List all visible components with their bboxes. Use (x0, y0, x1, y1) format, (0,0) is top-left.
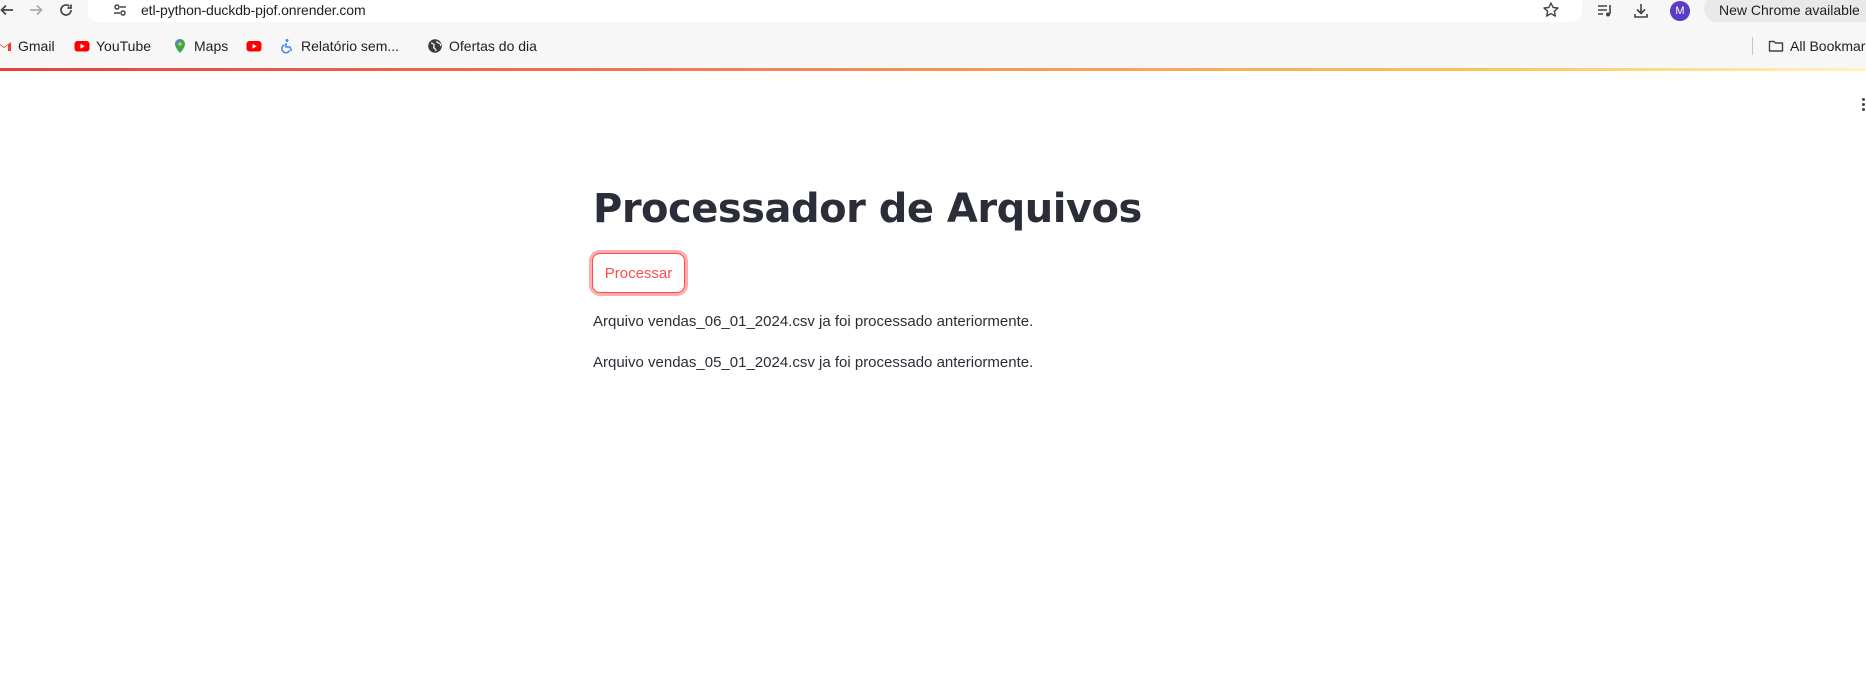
forward-button[interactable] (26, 0, 46, 20)
reload-icon (60, 4, 72, 16)
bookmark-label: YouTube (96, 38, 152, 54)
app-decoration-bar (0, 68, 1866, 71)
bookmark-maps[interactable]: Maps (172, 36, 228, 56)
profile-avatar[interactable]: M (1670, 1, 1690, 21)
bookmark-label: Ofertas do dia (449, 38, 537, 54)
bookmark-relatorio[interactable]: Relatório sem... (279, 36, 399, 56)
media-queue-icon (1598, 5, 1611, 17)
address-bar[interactable]: etl-python-duckdb-pjof.onrender.com (88, 0, 1582, 22)
bookmark-gmail[interactable]: Gmail (0, 36, 55, 56)
download-icon (1634, 4, 1648, 18)
bookmark-label: Relatório sem... (301, 38, 400, 54)
bookmark-youtube[interactable]: YouTube (74, 36, 151, 56)
bookmarks-divider (1752, 37, 1753, 55)
maps-icon (175, 39, 185, 53)
chrome-update-button[interactable]: New Chrome available (1704, 0, 1866, 22)
reload-button[interactable] (56, 0, 76, 20)
forward-arrow-icon (30, 4, 43, 16)
bookmark-label: Maps (194, 38, 229, 54)
url-text[interactable]: etl-python-duckdb-pjof.onrender.com (141, 2, 366, 18)
youtube-icon (74, 41, 90, 52)
all-bookmarks-button[interactable]: All Bookmarks (1768, 36, 1866, 56)
browser-toolbar: etl-python-duckdb-pjof.onrender.com M Ne… (0, 0, 1866, 23)
bookmark-star-icon[interactable] (1542, 1, 1560, 19)
accessibility-icon (281, 39, 293, 54)
bookmarks-bar: Gmail YouTube Maps Relatório sem... Ofer… (0, 23, 1866, 69)
downloads-button[interactable] (1631, 1, 1651, 21)
folder-icon (1768, 40, 1784, 52)
bookmark-youtube-2[interactable] (246, 36, 262, 56)
youtube-icon (246, 41, 262, 52)
main-menu-icon[interactable] (1862, 98, 1866, 112)
all-bookmarks-label: All Bookmarks (1790, 38, 1866, 54)
page-title: Processador de Arquivos (593, 186, 1142, 232)
status-message: Arquivo vendas_05_01_2024.csv ja foi pro… (593, 354, 1034, 371)
bookmark-label: Gmail (18, 38, 55, 54)
site-settings-icon[interactable] (112, 2, 128, 18)
status-message: Arquivo vendas_06_01_2024.csv ja foi pro… (593, 313, 1034, 330)
media-controls-button[interactable] (1595, 1, 1615, 21)
back-button[interactable] (0, 0, 17, 20)
globe-icon (428, 39, 442, 53)
gmail-icon (0, 42, 11, 51)
back-arrow-icon (0, 4, 13, 16)
bookmark-ofertas[interactable]: Ofertas do dia (427, 36, 537, 56)
processar-button[interactable]: Processar (592, 253, 685, 293)
